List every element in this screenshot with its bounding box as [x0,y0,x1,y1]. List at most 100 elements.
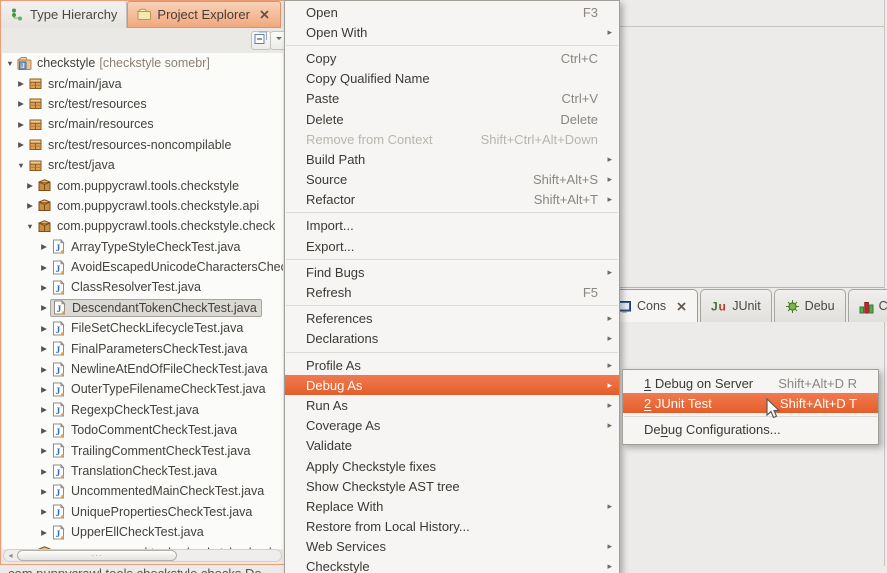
tree-item-content[interactable]: com.puppycrawl.tools.checkstyle.api [36,197,263,215]
expand-arrow-icon[interactable]: ▶ [38,426,50,435]
menu-item-debug-as[interactable]: Debug As▸ [285,375,619,395]
menu-item-1-debug-on-server[interactable]: 1 Debug on ServerShift+Alt+D R [623,373,878,393]
tree-item[interactable]: ▶JDescendantTokenCheckTest.java [2,298,283,318]
tree-item[interactable]: ▶JFinalParametersCheckTest.java [2,338,283,358]
expand-arrow-icon[interactable]: ▶ [38,283,50,292]
expand-arrow-icon[interactable]: ▶ [15,99,27,108]
menu-item-copy[interactable]: CopyCtrl+C [285,48,619,68]
expand-arrow-icon[interactable]: ▶ [38,365,50,374]
menu-item-replace-with[interactable]: Replace With▸ [285,496,619,516]
tree-item[interactable]: ▼com.puppycrawl.tools.checkstyle.check [2,216,283,236]
menu-item-show-checkstyle-ast-tree[interactable]: Show Checkstyle AST tree [285,476,619,496]
expand-arrow-icon[interactable]: ▶ [38,263,50,272]
tree-item[interactable]: ▶JArrayTypeStyleCheckTest.java [2,237,283,257]
tree-item[interactable]: ▶src/test/resources-noncompilable [2,135,283,155]
bottom-tab-debu[interactable]: Debu [774,289,846,322]
collapse-arrow-icon[interactable]: ▼ [4,59,16,68]
horizontal-scrollbar[interactable]: ◂ ··· [3,549,282,562]
tree-item[interactable]: ▶JRegexpCheckTest.java [2,400,283,420]
expand-arrow-icon[interactable]: ▶ [15,79,27,88]
expand-arrow-icon[interactable]: ▶ [24,201,36,210]
tree-item[interactable]: ▶JUncommentedMainCheckTest.java [2,481,283,501]
tree-item[interactable]: ▶JTranslationCheckTest.java [2,461,283,481]
tree-item[interactable]: ▶com.puppycrawl.tools.checkstyle.api [2,196,283,216]
close-icon[interactable] [259,9,271,21]
tree-item[interactable]: ▶JClassResolverTest.java [2,277,283,297]
tree-item[interactable]: ▶com.puppycrawl.tools.checkstyle [2,175,283,195]
tree-item-content[interactable]: com.puppycrawl.tools.checkstyle [36,177,243,195]
scroll-left-arrow-icon[interactable]: ◂ [6,550,15,561]
tree-item[interactable]: ▶JTrailingCommentCheckTest.java [2,440,283,460]
tree-item[interactable]: ▶com.puppycrawl.tools.checkstyle.checks [2,542,283,549]
expand-arrow-icon[interactable]: ▶ [38,344,50,353]
expand-arrow-icon[interactable]: ▶ [38,405,50,414]
tree-item[interactable]: ▶JUpperEllCheckTest.java [2,522,283,542]
menu-item-profile-as[interactable]: Profile As▸ [285,355,619,375]
tree-item[interactable]: ▶JFileSetCheckLifecycleTest.java [2,318,283,338]
tree-item[interactable]: ▶src/test/resources [2,94,283,114]
tree-item-content[interactable]: JFinalParametersCheckTest.java [50,340,251,358]
scrollbar-thumb[interactable]: ··· [17,550,177,561]
menu-item-remove-from-context[interactable]: Remove from ContextShift+Ctrl+Alt+Down [285,129,619,149]
expand-arrow-icon[interactable]: ▶ [15,140,27,149]
close-icon[interactable] [675,300,687,312]
tree-item-content[interactable]: JFileSetCheckLifecycleTest.java [50,319,247,337]
view-tab-project-explorer[interactable]: Project Explorer [127,1,280,28]
tree-item[interactable]: ▶JUniquePropertiesCheckTest.java [2,502,283,522]
menu-item-export[interactable]: Export... [285,236,619,256]
tree-item-content[interactable]: JUpperEllCheckTest.java [50,523,208,541]
menu-item-run-as[interactable]: Run As▸ [285,395,619,415]
menu-item-restore-from-local-history[interactable]: Restore from Local History... [285,517,619,537]
tree-item-content[interactable]: src/test/resources-noncompilable [27,136,235,154]
menu-item-refactor[interactable]: RefactorShift+Alt+T▸ [285,190,619,210]
tree-item-content[interactable]: JOuterTypeFilenameCheckTest.java [50,380,270,398]
tree-item[interactable]: ▶JTodoCommentCheckTest.java [2,420,283,440]
menu-item-open[interactable]: OpenF3 [285,2,619,22]
collapse-arrow-icon[interactable]: ▼ [24,222,36,231]
expand-arrow-icon[interactable]: ▶ [38,467,50,476]
menu-item-references[interactable]: References▸ [285,309,619,329]
bottom-tab-cover[interactable]: Cover [848,289,887,322]
menu-item-refresh[interactable]: RefreshF5 [285,282,619,302]
tree-item[interactable]: ▶JAvoidEscapedUnicodeCharactersChec [2,257,283,277]
menu-item-paste[interactable]: PasteCtrl+V [285,89,619,109]
expand-arrow-icon[interactable]: ▶ [24,181,36,190]
tree-item-content[interactable]: src/test/resources [27,95,151,113]
tree-item-content[interactable]: Jcheckstyle[checkstyle somebr] [16,54,214,72]
expand-arrow-icon[interactable]: ▶ [15,120,27,129]
tree-item-content[interactable]: com.puppycrawl.tools.checkstyle.check [36,217,279,235]
expand-arrow-icon[interactable]: ▶ [38,487,50,496]
menu-item-coverage-as[interactable]: Coverage As▸ [285,416,619,436]
tree-item-content[interactable]: JDescendantTokenCheckTest.java [50,299,262,317]
menu-item-2-junit-test[interactable]: 2 JUnit TestShift+Alt+D T [623,393,878,413]
bottom-tab-junit[interactable]: JuJUnit [700,289,771,322]
menu-item-apply-checkstyle-fixes[interactable]: Apply Checkstyle fixes [285,456,619,476]
tree-item[interactable]: ▼Jcheckstyle[checkstyle somebr] [2,53,283,73]
collapse-all-button[interactable] [251,31,271,50]
menu-item-validate[interactable]: Validate [285,436,619,456]
menu-item-import[interactable]: Import... [285,216,619,236]
expand-arrow-icon[interactable]: ▶ [38,324,50,333]
menu-item-web-services[interactable]: Web Services▸ [285,537,619,557]
expand-arrow-icon[interactable]: ▶ [38,385,50,394]
expand-arrow-icon[interactable]: ▶ [38,528,50,537]
menu-item-debug-configurations[interactable]: Debug Configurations... [623,419,878,439]
menu-item-declarations[interactable]: Declarations▸ [285,329,619,349]
tree-item-content[interactable]: JClassResolverTest.java [50,278,205,296]
tree-item[interactable]: ▶src/main/java [2,73,283,93]
tree-item[interactable]: ▶JNewlineAtEndOfFileCheckTest.java [2,359,283,379]
menu-item-open-with[interactable]: Open With▸ [285,22,619,42]
tree-item-content[interactable]: JAvoidEscapedUnicodeCharactersChec [50,258,283,276]
tree-item[interactable]: ▶JOuterTypeFilenameCheckTest.java [2,379,283,399]
tree-item-content[interactable]: JRegexpCheckTest.java [50,401,203,419]
menu-item-copy-qualified-name[interactable]: Copy Qualified Name [285,69,619,89]
expand-arrow-icon[interactable]: ▶ [38,507,50,516]
view-tab-type-hierarchy[interactable]: Type Hierarchy [1,1,127,28]
tree-item-content[interactable]: JArrayTypeStyleCheckTest.java [50,238,245,256]
expand-arrow-icon[interactable]: ▶ [38,242,50,251]
tree-item[interactable]: ▼src/test/java [2,155,283,175]
tree-item-content[interactable]: src/main/resources [27,115,158,133]
menu-item-checkstyle[interactable]: Checkstyle▸ [285,557,619,573]
collapse-arrow-icon[interactable]: ▼ [15,161,27,170]
tree-item-content[interactable]: JNewlineAtEndOfFileCheckTest.java [50,360,272,378]
